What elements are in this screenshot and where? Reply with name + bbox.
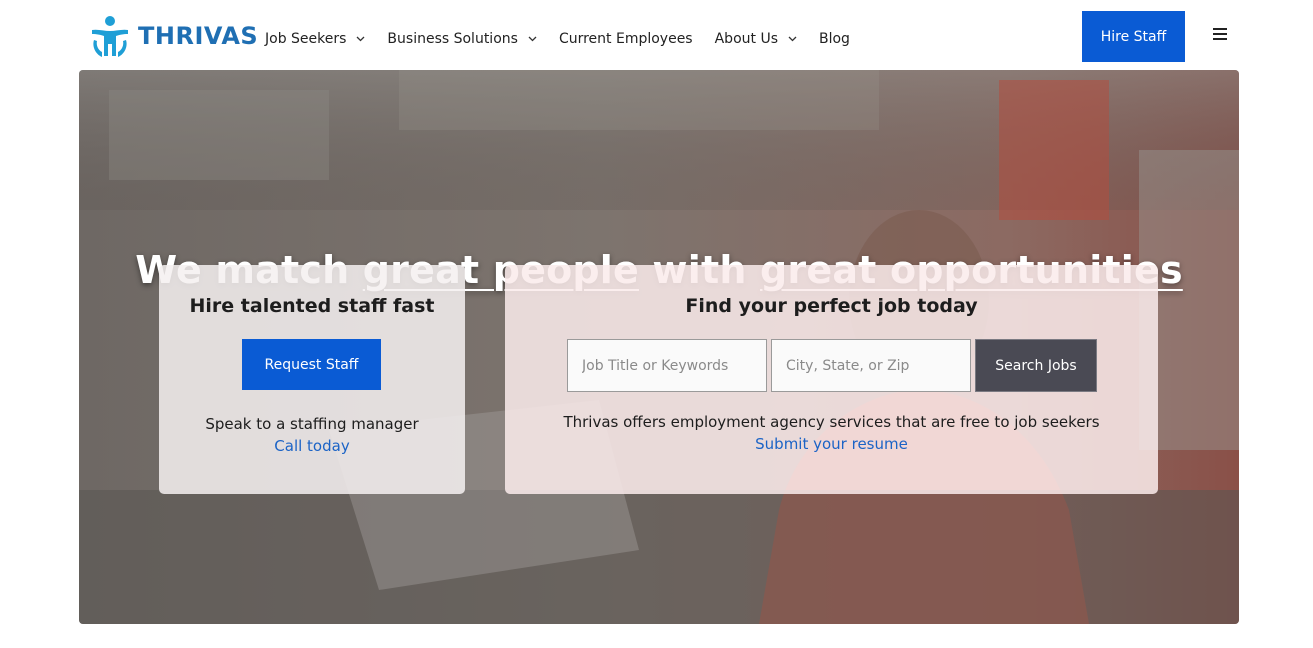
chevron-down-icon [356, 36, 365, 42]
nav-label: Current Employees [558, 31, 693, 47]
nav-label: Job Seekers [265, 31, 347, 47]
hire-staff-button[interactable]: Hire Staff [1082, 11, 1185, 62]
submit-resume-link[interactable]: Submit your resume [505, 435, 1158, 453]
hero-section: We match great people with great opportu… [79, 70, 1239, 624]
nav-label: About Us [714, 31, 778, 47]
nav-item-about-us[interactable]: About Us [715, 31, 797, 47]
request-staff-button[interactable]: Request Staff [242, 339, 381, 390]
call-today-link[interactable]: Call today [159, 437, 465, 455]
brand-name: THRIVAS [138, 22, 259, 50]
job-card-title: Find your perfect job today [685, 295, 978, 317]
chevron-down-icon [788, 36, 797, 42]
nav-item-job-seekers[interactable]: Job Seekers [265, 31, 365, 47]
hire-card-text: Speak to a staffing manager [205, 415, 419, 433]
search-jobs-button[interactable]: Search Jobs [975, 339, 1097, 392]
logo-person-icon [92, 16, 128, 57]
location-input[interactable] [771, 339, 971, 392]
job-card-text: Thrivas offers employment agency service… [563, 413, 1100, 431]
nav-item-blog[interactable]: Blog [819, 31, 850, 47]
nav-item-business-solutions[interactable]: Business Solutions [387, 31, 537, 47]
job-search-card: Find your perfect job today Search Jobs … [505, 265, 1158, 494]
brand-logo[interactable]: THRIVAS [88, 14, 258, 58]
hire-card-title: Hire talented staff fast [189, 295, 435, 317]
nav-label: Blog [819, 31, 850, 47]
nav-label: Business Solutions [387, 31, 518, 47]
site-header: THRIVAS Job Seekers Business Solutions C… [0, 0, 1313, 70]
nav-item-current-employees[interactable]: Current Employees [559, 31, 693, 47]
chevron-down-icon [528, 36, 537, 42]
main-nav: Job Seekers Business Solutions Current E… [265, 29, 872, 49]
hire-staff-card: Hire talented staff fast Request Staff S… [159, 265, 465, 494]
keyword-input[interactable] [567, 339, 767, 392]
hamburger-icon[interactable] [1213, 28, 1231, 44]
job-search-form: Search Jobs [567, 339, 1097, 392]
